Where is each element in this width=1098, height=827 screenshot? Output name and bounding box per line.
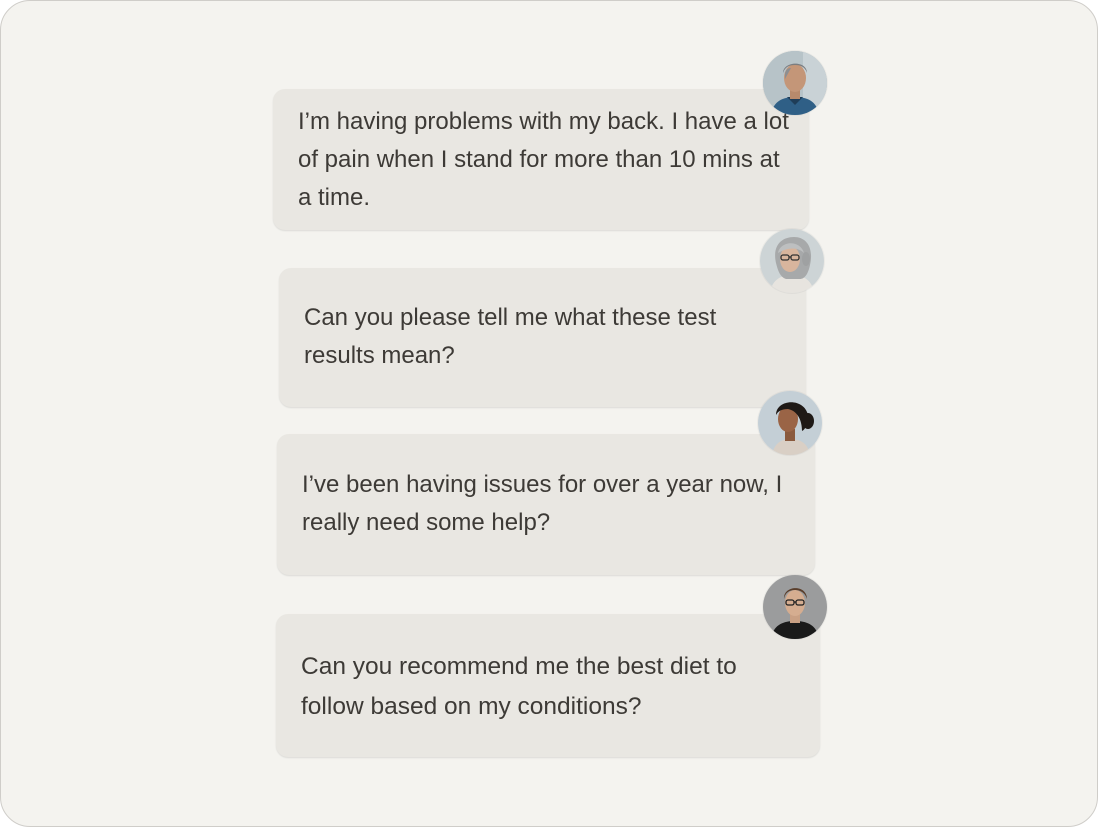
message-text-3: I’ve been having issues for over a year …: [302, 471, 783, 536]
young-man-glasses-portrait-icon: [763, 575, 827, 639]
message-text-4: Can you recommend me the best diet to fo…: [301, 653, 737, 720]
message-text-1: I’m having problems with my back. I have…: [298, 108, 789, 211]
avatar-older-man: [763, 51, 827, 115]
message-bubble-2: Can you please tell me what these test r…: [279, 268, 806, 407]
message-bubble-4: Can you recommend me the best diet to fo…: [276, 614, 820, 757]
woman-portrait-icon: [758, 391, 822, 455]
older-woman-glasses-portrait-icon: [760, 229, 824, 293]
chat-window: I’m having problems with my back. I have…: [0, 0, 1098, 827]
message-text-2: Can you please tell me what these test r…: [304, 304, 717, 369]
message-bubble-1: I’m having problems with my back. I have…: [273, 89, 809, 230]
avatar-young-man: [763, 575, 827, 639]
older-man-portrait-icon: [763, 51, 827, 115]
avatar-older-woman: [760, 229, 824, 293]
message-bubble-3: I’ve been having issues for over a year …: [277, 434, 815, 575]
avatar-woman: [758, 391, 822, 455]
